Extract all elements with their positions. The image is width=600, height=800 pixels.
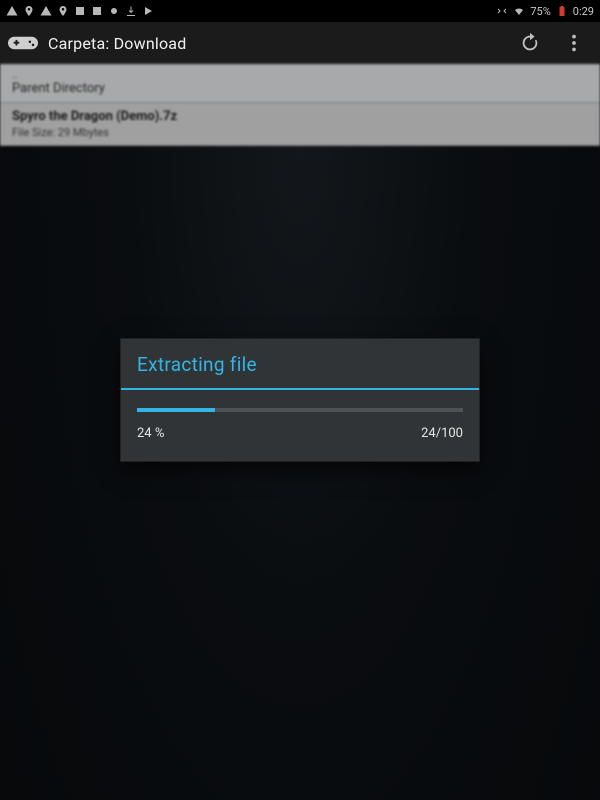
- status-bar: 75% 0:29: [0, 0, 600, 22]
- battery-percent: 75%: [530, 5, 550, 18]
- calendar-icon: [91, 5, 103, 17]
- image-icon: [74, 5, 86, 17]
- progress-percent: 24 %: [137, 426, 164, 441]
- progress-bar: [137, 408, 463, 412]
- clock: 0:29: [573, 5, 594, 18]
- warning-icon: [40, 5, 52, 17]
- sync-icon: [108, 5, 120, 17]
- progress-count: 24/100: [421, 426, 463, 441]
- vibrate-icon: [496, 5, 508, 17]
- battery-icon: [556, 5, 568, 17]
- warning-icon: [6, 5, 18, 17]
- overflow-menu-button[interactable]: [562, 31, 586, 55]
- progress-fill: [137, 408, 215, 412]
- file-name: Spyro the Dragon (Demo).7z: [12, 109, 588, 124]
- file-list: .. Parent Directory Spyro the Dragon (De…: [0, 64, 600, 146]
- status-right: 75% 0:29: [496, 5, 594, 18]
- gamepad-icon: [8, 28, 38, 58]
- up-dots: ..: [12, 70, 588, 81]
- location-icon: [57, 5, 69, 17]
- empty-area: [0, 146, 600, 800]
- refresh-button[interactable]: [518, 31, 542, 55]
- file-size: File Size: 29 Mbytes: [12, 126, 588, 139]
- download-icon: [125, 5, 137, 17]
- location-icon: [23, 5, 35, 17]
- wifi-icon: [513, 5, 525, 17]
- page-title: Carpeta: Download: [48, 34, 186, 53]
- dialog-title: Extracting file: [121, 339, 479, 390]
- play-icon: [142, 5, 154, 17]
- parent-directory-label: Parent Directory: [12, 81, 588, 96]
- action-bar: Carpeta: Download: [0, 22, 600, 64]
- extract-dialog: Extracting file 24 % 24/100: [120, 338, 480, 462]
- file-row[interactable]: Spyro the Dragon (Demo).7z File Size: 29…: [0, 103, 600, 146]
- status-notifications: [6, 5, 154, 17]
- parent-directory-row[interactable]: .. Parent Directory: [0, 64, 600, 103]
